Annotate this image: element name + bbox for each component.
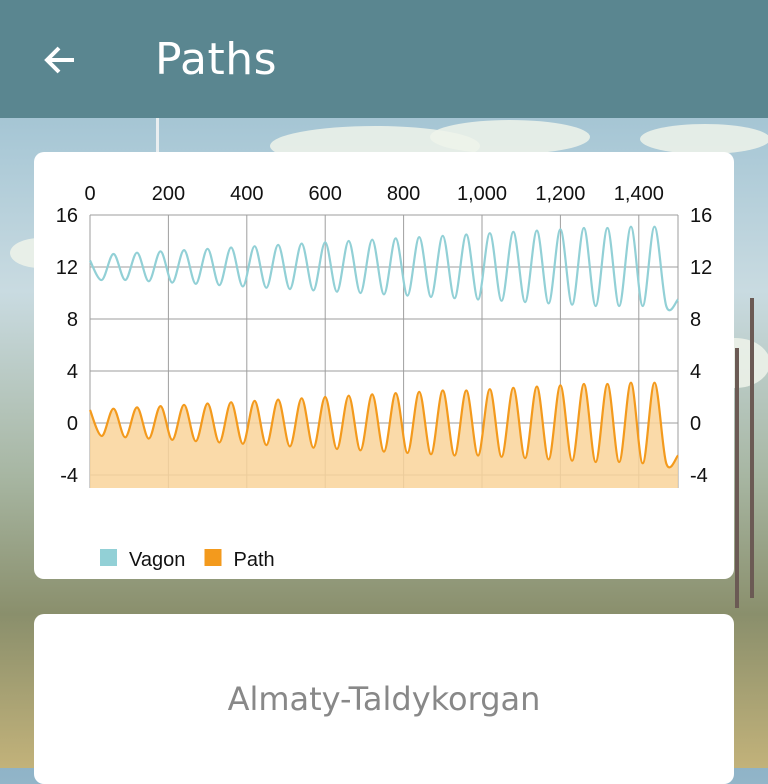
cloud-shape	[640, 124, 768, 154]
x-tick-label: 600	[309, 183, 342, 205]
x-tick-label: 800	[387, 183, 420, 205]
y-tick-label-right: 0	[690, 413, 701, 435]
y-tick-label-right: 4	[690, 361, 701, 383]
x-tick-label: 0	[84, 183, 95, 205]
page-title: Paths	[155, 34, 278, 85]
chart-card: 0 200 400 600 800 1,000 1,200 1,400 16 16 12 12 8 8 4 4…	[34, 152, 734, 579]
tree-trunk	[750, 298, 754, 598]
series-line-vagon	[89, 225, 679, 312]
y-tick-label-left: 8	[67, 309, 78, 331]
route-card[interactable]: Almaty-Taldykorgan	[34, 614, 734, 784]
route-name: Almaty-Taldykorgan	[227, 680, 541, 718]
arrow-left-icon	[44, 46, 74, 74]
x-tick-label: 1,000	[457, 183, 507, 205]
series-area-path	[90, 382, 678, 488]
y-tick-label-right: 12	[690, 257, 712, 279]
app-bar: Paths	[0, 0, 768, 118]
y-tick-label-left: 16	[56, 205, 78, 227]
x-tick-label: 400	[230, 183, 263, 205]
y-tick-label-left: 12	[56, 257, 78, 279]
y-tick-label-left: -4	[60, 465, 78, 487]
y-tick-label-left: 4	[67, 361, 78, 383]
y-tick-label-right: 16	[690, 205, 712, 227]
cloud-shape	[430, 120, 590, 154]
y-tick-label-left: 0	[67, 413, 78, 435]
tree-trunk	[735, 348, 739, 608]
x-tick-label: 1,400	[614, 183, 664, 205]
chart-svg: 0 200 400 600 800 1,000 1,200 1,40016 1612 128 84 4…	[56, 183, 713, 571]
legend-swatch-vagon	[100, 549, 117, 566]
y-tick-label-right: -4	[690, 465, 708, 487]
x-tick-label: 1,200	[535, 183, 585, 205]
legend-label-vagon: Vagon	[129, 549, 185, 571]
x-tick-label: 200	[152, 183, 185, 205]
back-button[interactable]	[36, 36, 84, 84]
legend-swatch-path	[204, 549, 222, 566]
legend-label-path: Path	[234, 549, 275, 571]
y-tick-label-right: 8	[690, 309, 701, 331]
